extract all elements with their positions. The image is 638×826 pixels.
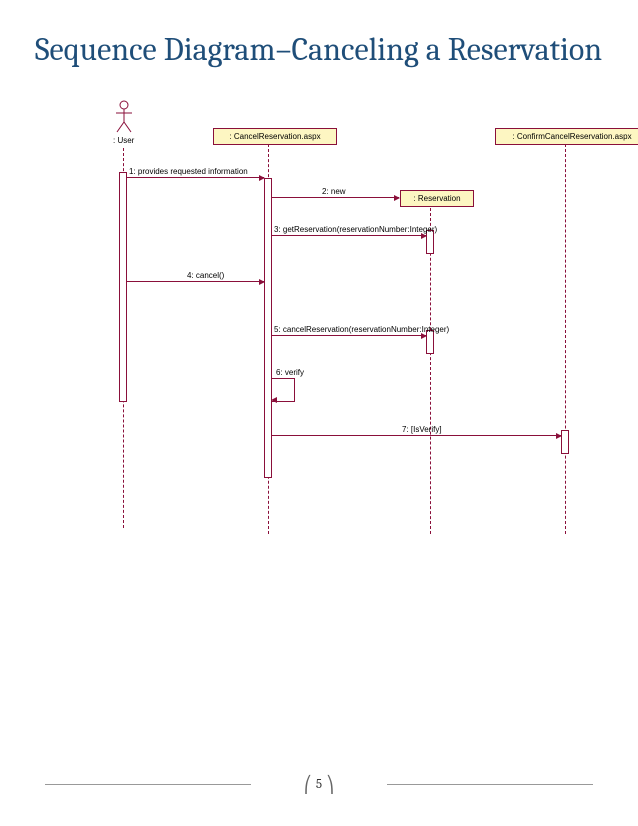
page-footer: ⎛ 5 ⎞ xyxy=(0,775,638,794)
msg-4-label: 4: cancel() xyxy=(187,271,224,280)
object-reservation: : Reservation xyxy=(400,190,474,207)
object-cancel: : CancelReservation.aspx xyxy=(213,128,337,145)
activation-cancel xyxy=(264,178,272,478)
sequence-diagram: : User : CancelReservation.aspx : Reserv… xyxy=(75,100,635,560)
msg-1: 1: provides requested information xyxy=(127,166,264,178)
msg-6: 6: verify xyxy=(272,378,312,400)
msg-2: 2: new xyxy=(272,186,399,198)
footer-rule-right xyxy=(387,784,593,785)
object-confirm: : ConfirmCancelReservation.aspx xyxy=(495,128,638,145)
msg-4: 4: cancel() xyxy=(127,270,264,282)
activation-confirm xyxy=(561,430,569,454)
footer-rule-left xyxy=(45,784,251,785)
msg-7-label: 7: [IsVerify] xyxy=(402,425,442,434)
msg-3-label: 3: getReservation(reservationNumber:Inte… xyxy=(274,225,437,234)
msg-5: 5: cancelReservation(reservationNumber:I… xyxy=(272,324,426,336)
actor-user: : User xyxy=(113,100,134,145)
page-number: 5 xyxy=(316,777,322,792)
bracket-left-icon: ⎛ xyxy=(304,775,312,794)
msg-6-label: 6: verify xyxy=(276,368,304,377)
msg-2-label: 2: new xyxy=(322,187,346,196)
activation-user xyxy=(119,172,127,402)
msg-1-label: 1: provides requested information xyxy=(129,167,248,176)
lifeline-confirm xyxy=(565,144,566,534)
msg-3: 3: getReservation(reservationNumber:Inte… xyxy=(272,224,426,236)
page-number-wrap: ⎛ 5 ⎞ xyxy=(304,775,334,794)
stick-figure-icon xyxy=(114,100,134,134)
page-title: Sequence Diagram–Canceling a Reservation xyxy=(35,30,603,70)
lifeline-reservation xyxy=(430,208,431,534)
msg-7: 7: [IsVerify] xyxy=(272,424,561,436)
actor-user-label: : User xyxy=(113,136,134,145)
bracket-right-icon: ⎞ xyxy=(326,775,334,794)
